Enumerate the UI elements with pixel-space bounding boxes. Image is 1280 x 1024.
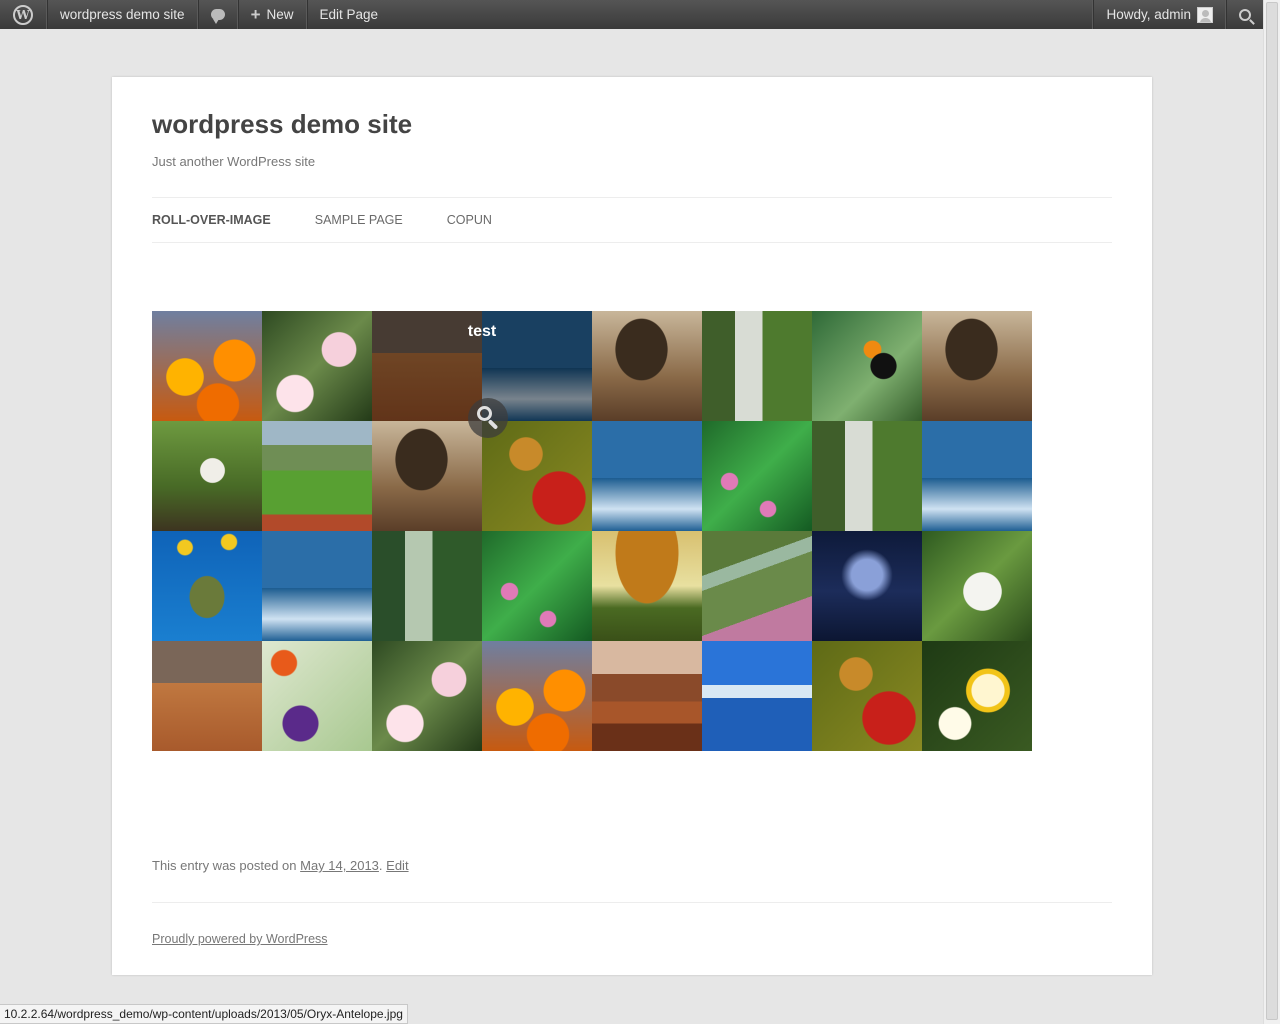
edit-link[interactable]: Edit [386, 858, 408, 873]
gallery-image[interactable] [372, 531, 482, 641]
gallery-image[interactable] [262, 421, 372, 531]
gallery-image[interactable] [592, 531, 702, 641]
gallery-image[interactable] [592, 421, 702, 531]
gallery-image[interactable] [152, 641, 262, 751]
gallery-image[interactable] [812, 421, 922, 531]
gallery-image[interactable] [482, 531, 592, 641]
gallery-image[interactable] [812, 641, 922, 751]
gallery-image[interactable] [152, 421, 262, 531]
gallery-image[interactable] [702, 421, 812, 531]
entry-meta-prefix: This entry was posted on [152, 858, 301, 873]
gallery-image[interactable] [922, 531, 1032, 641]
gallery-image[interactable] [592, 641, 702, 751]
site-footer: Proudly powered by WordPress [152, 932, 328, 946]
gallery-image[interactable] [922, 641, 1032, 751]
plus-icon: + [250, 4, 261, 24]
gallery-image[interactable] [372, 421, 482, 531]
site-name-link[interactable]: wordpress demo site [48, 0, 197, 29]
gallery-image[interactable] [152, 311, 262, 421]
gallery-image[interactable] [702, 311, 812, 421]
my-account-menu[interactable]: Howdy, admin [1094, 0, 1225, 29]
image-gallery [152, 311, 1032, 751]
gallery-image[interactable] [372, 641, 482, 751]
wordpress-icon: W [13, 4, 33, 25]
gallery-image[interactable] [482, 641, 592, 751]
gallery-image[interactable] [152, 531, 262, 641]
footer-divider [152, 902, 1112, 903]
avatar [1197, 6, 1213, 23]
new-content-button[interactable]: + New [239, 0, 306, 29]
entry-meta: This entry was posted on May 14, 2013. E… [152, 858, 409, 873]
gallery-image[interactable] [482, 311, 592, 421]
gallery-image[interactable] [812, 531, 922, 641]
entry-date-link[interactable]: May 14, 2013 [300, 858, 379, 873]
comments-button[interactable] [199, 0, 237, 29]
gallery-image[interactable] [922, 311, 1032, 421]
nav-item-roll-over-image[interactable]: ROLL-OVER-IMAGE [152, 213, 271, 227]
gallery-image[interactable] [262, 531, 372, 641]
gallery-image[interactable] [592, 311, 702, 421]
gallery-image[interactable] [482, 421, 592, 531]
nav-item-sample-page[interactable]: SAMPLE PAGE [315, 213, 403, 227]
gallery-image[interactable] [812, 311, 922, 421]
comment-icon [210, 9, 225, 24]
browser-status-bar: 10.2.2.64/wordpress_demo/wp-content/uplo… [0, 1004, 408, 1024]
main-navigation: ROLL-OVER-IMAGE SAMPLE PAGE COPUN [152, 197, 1112, 243]
gallery-image[interactable] [702, 641, 812, 751]
vertical-scrollbar[interactable] [1263, 0, 1280, 1024]
nav-item-copun[interactable]: COPUN [447, 213, 492, 227]
gallery-image[interactable] [262, 311, 372, 421]
gallery-image[interactable] [922, 421, 1032, 531]
page-container: wordpress demo site Just another WordPre… [112, 77, 1152, 975]
admin-bar: W wordpress demo site + New Edit Page Ho… [0, 0, 1263, 29]
powered-by-link[interactable]: Proudly powered by WordPress [152, 932, 328, 946]
site-description: Just another WordPress site [152, 154, 316, 169]
gallery-image[interactable] [702, 531, 812, 641]
howdy-label: Howdy, admin [1106, 7, 1191, 22]
gallery-image[interactable] [372, 311, 482, 421]
search-icon [1239, 8, 1251, 21]
wordpress-logo-button[interactable]: W [0, 0, 46, 29]
search-button[interactable] [1227, 0, 1263, 29]
gallery-image[interactable] [262, 641, 372, 751]
new-label: New [266, 7, 294, 22]
edit-page-link[interactable]: Edit Page [308, 0, 391, 29]
site-title[interactable]: wordpress demo site [152, 109, 412, 140]
scrollbar-thumb[interactable] [1266, 2, 1278, 1020]
